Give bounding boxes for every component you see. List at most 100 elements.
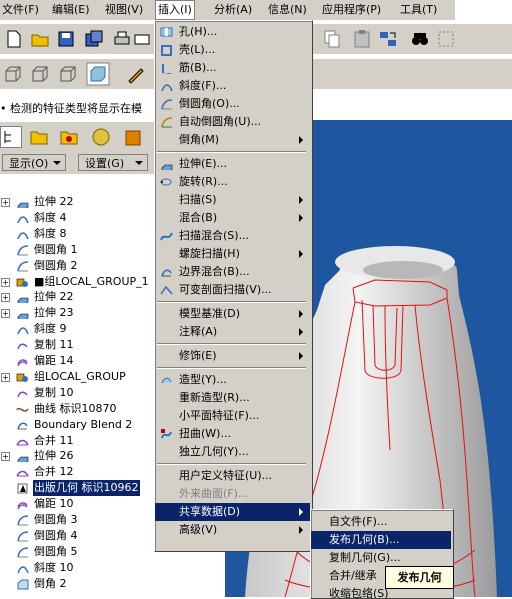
expand-plus-icon[interactable]: + — [1, 277, 10, 287]
sketch-tool-icon[interactable] — [126, 64, 146, 84]
menu-item[interactable]: 扫描混合(S)... — [155, 227, 310, 245]
menu-item[interactable]: 发布几何(B)... — [311, 531, 451, 549]
menu-item[interactable]: 倒圆角(O)... — [155, 95, 310, 113]
menu-separator — [157, 343, 306, 345]
menu-item-label: 造型(Y)... — [179, 373, 227, 386]
expand-plus-icon[interactable]: + — [1, 309, 10, 319]
menu-item[interactable]: 小平面特征(F)... — [155, 407, 310, 425]
menu-item[interactable]: 可变剖面扫描(V)... — [155, 281, 310, 299]
expand-plus-icon[interactable]: + — [1, 198, 10, 207]
wireframe-icon[interactable] — [3, 64, 23, 84]
settings-dropdown[interactable]: 设置(G) — [78, 154, 148, 171]
status-message: • 检测的特征类型将显示在模 — [0, 98, 160, 120]
layer-tab-icon[interactable] — [122, 126, 144, 148]
menu-item[interactable]: 独立几何(Y)... — [155, 443, 310, 461]
new-file-icon[interactable] — [4, 29, 24, 49]
menu-item[interactable]: 注释(A) — [155, 323, 310, 341]
tree-item-label: 拉伸 22 — [34, 195, 74, 208]
select-box-icon[interactable] — [436, 29, 456, 49]
hole-icon — [160, 26, 173, 38]
round-icon — [160, 98, 173, 110]
tree-item-label: 合并 11 — [34, 433, 74, 447]
menu-item[interactable]: 扫描(S) — [155, 191, 310, 209]
insert-menu: 孔(H)... 壳(L)... 筋(B)... 斜度(F)... 倒圆角(O)... 自动… — [154, 20, 313, 552]
menu-analysis[interactable]: 分析(A) — [212, 2, 254, 18]
menu-item-label: 扭曲(W)... — [179, 427, 231, 440]
menu-item[interactable]: 高级(V) — [155, 521, 310, 539]
submenu-arrow-icon — [299, 250, 303, 258]
menu-item-label: 注释(A) — [179, 325, 218, 338]
submenu-arrow-icon — [299, 196, 303, 204]
extrude-icon — [16, 291, 29, 306]
menu-item[interactable]: 共享数据(D) — [155, 503, 310, 521]
open-folder-icon[interactable] — [30, 29, 50, 49]
show-dropdown-label: 显示(O) — [9, 157, 49, 170]
menu-item-label: 外来曲面(F)... — [179, 487, 249, 500]
menu-item-label: 复制几何(G)... — [329, 551, 401, 564]
chevron-down-icon — [135, 161, 143, 165]
tree-item-label: 偏距 10 — [34, 497, 74, 511]
menu-insert[interactable]: 插入(I) — [155, 0, 195, 20]
menu-edit[interactable]: 编辑(E) — [50, 2, 92, 18]
hidden-line-icon[interactable] — [30, 64, 50, 84]
model-tree-tab-icon[interactable] — [0, 126, 22, 148]
auto-round-icon — [160, 116, 173, 128]
menu-file[interactable]: 文件(F) — [0, 2, 41, 18]
menu-item[interactable]: 造型(Y)... — [155, 371, 310, 389]
print-icon[interactable] — [112, 29, 132, 49]
save-icon[interactable] — [56, 29, 76, 49]
show-dropdown[interactable]: 显示(O) — [2, 154, 66, 171]
menu-item[interactable]: 混合(B) — [155, 209, 310, 227]
menu-item-label: 修饰(E) — [179, 349, 217, 362]
menu-item[interactable]: 重新造型(R)... — [155, 389, 310, 407]
menu-item[interactable]: 壳(L)... — [155, 41, 310, 59]
menu-view[interactable]: 视图(V) — [103, 2, 145, 18]
mail-icon[interactable] — [133, 29, 153, 49]
menu-item[interactable]: 孔(H)... — [155, 23, 310, 41]
menu-item[interactable]: 旋转(R)... — [155, 173, 310, 191]
connections-tab-icon[interactable] — [90, 126, 112, 148]
menu-item-label: 独立几何(Y)... — [179, 445, 249, 458]
folder-browser-tab-icon[interactable] — [28, 126, 50, 148]
menu-item-label: 可变剖面扫描(V)... — [179, 283, 272, 296]
menu-item: 外来曲面(F)... — [155, 485, 310, 503]
expand-plus-icon[interactable]: + — [1, 372, 10, 382]
menu-item[interactable]: 螺旋扫描(H) — [155, 245, 310, 263]
menu-item[interactable]: 边界混合(B)... — [155, 263, 310, 281]
paste-icon[interactable] — [352, 29, 372, 49]
expand-plus-icon[interactable]: + — [1, 452, 10, 462]
menu-item[interactable]: 倒角(M) — [155, 131, 310, 149]
menu-item[interactable]: 拉伸(E)... — [155, 155, 310, 173]
save-copy-icon[interactable] — [84, 29, 104, 49]
expand-plus-icon[interactable]: + — [1, 293, 10, 303]
merge-icon — [16, 435, 29, 447]
tree-item-label: 斜度 10 — [34, 560, 74, 574]
offset-icon — [16, 498, 29, 510]
menu-item[interactable]: 斜度(F)... — [155, 77, 310, 95]
regenerate-icon[interactable] — [378, 29, 398, 49]
menu-tools[interactable]: 工具(T) — [398, 2, 439, 18]
shading-icon[interactable] — [86, 62, 110, 86]
favorites-tab-icon[interactable] — [58, 126, 80, 148]
menu-info[interactable]: 信息(N) — [266, 2, 309, 18]
tree-item-label: 曲线 标识10870 — [34, 401, 117, 415]
extrude-icon — [160, 158, 173, 173]
find-binoculars-icon[interactable] — [410, 29, 430, 49]
tree-item-label: 倒角 2 — [34, 576, 67, 590]
menu-item[interactable]: 模型基准(D) — [155, 305, 310, 323]
settings-dropdown-label: 设置(G) — [85, 157, 125, 170]
menu-item[interactable]: 用户定义特征(U)... — [155, 467, 310, 485]
chamfer-icon — [16, 578, 29, 590]
copy-icon[interactable] — [322, 29, 342, 49]
menu-applications[interactable]: 应用程序(P) — [320, 2, 383, 18]
menu-item[interactable]: 修饰(E) — [155, 347, 310, 365]
menu-item[interactable]: 自文件(F)... — [311, 513, 451, 531]
menu-item[interactable]: 筋(B)... — [155, 59, 310, 77]
tree-item-label: Boundary Blend 2 — [34, 417, 133, 431]
no-hidden-icon[interactable] — [58, 64, 78, 84]
menu-item[interactable]: 扭曲(W)... — [155, 425, 310, 443]
menu-item[interactable]: 自动倒圆角(U)... — [155, 113, 310, 131]
menu-item-label: 倒角(M) — [179, 133, 220, 146]
tree-item-label: 拉伸 22 — [34, 290, 74, 304]
menu-item[interactable]: 复制几何(G)... — [311, 549, 451, 567]
